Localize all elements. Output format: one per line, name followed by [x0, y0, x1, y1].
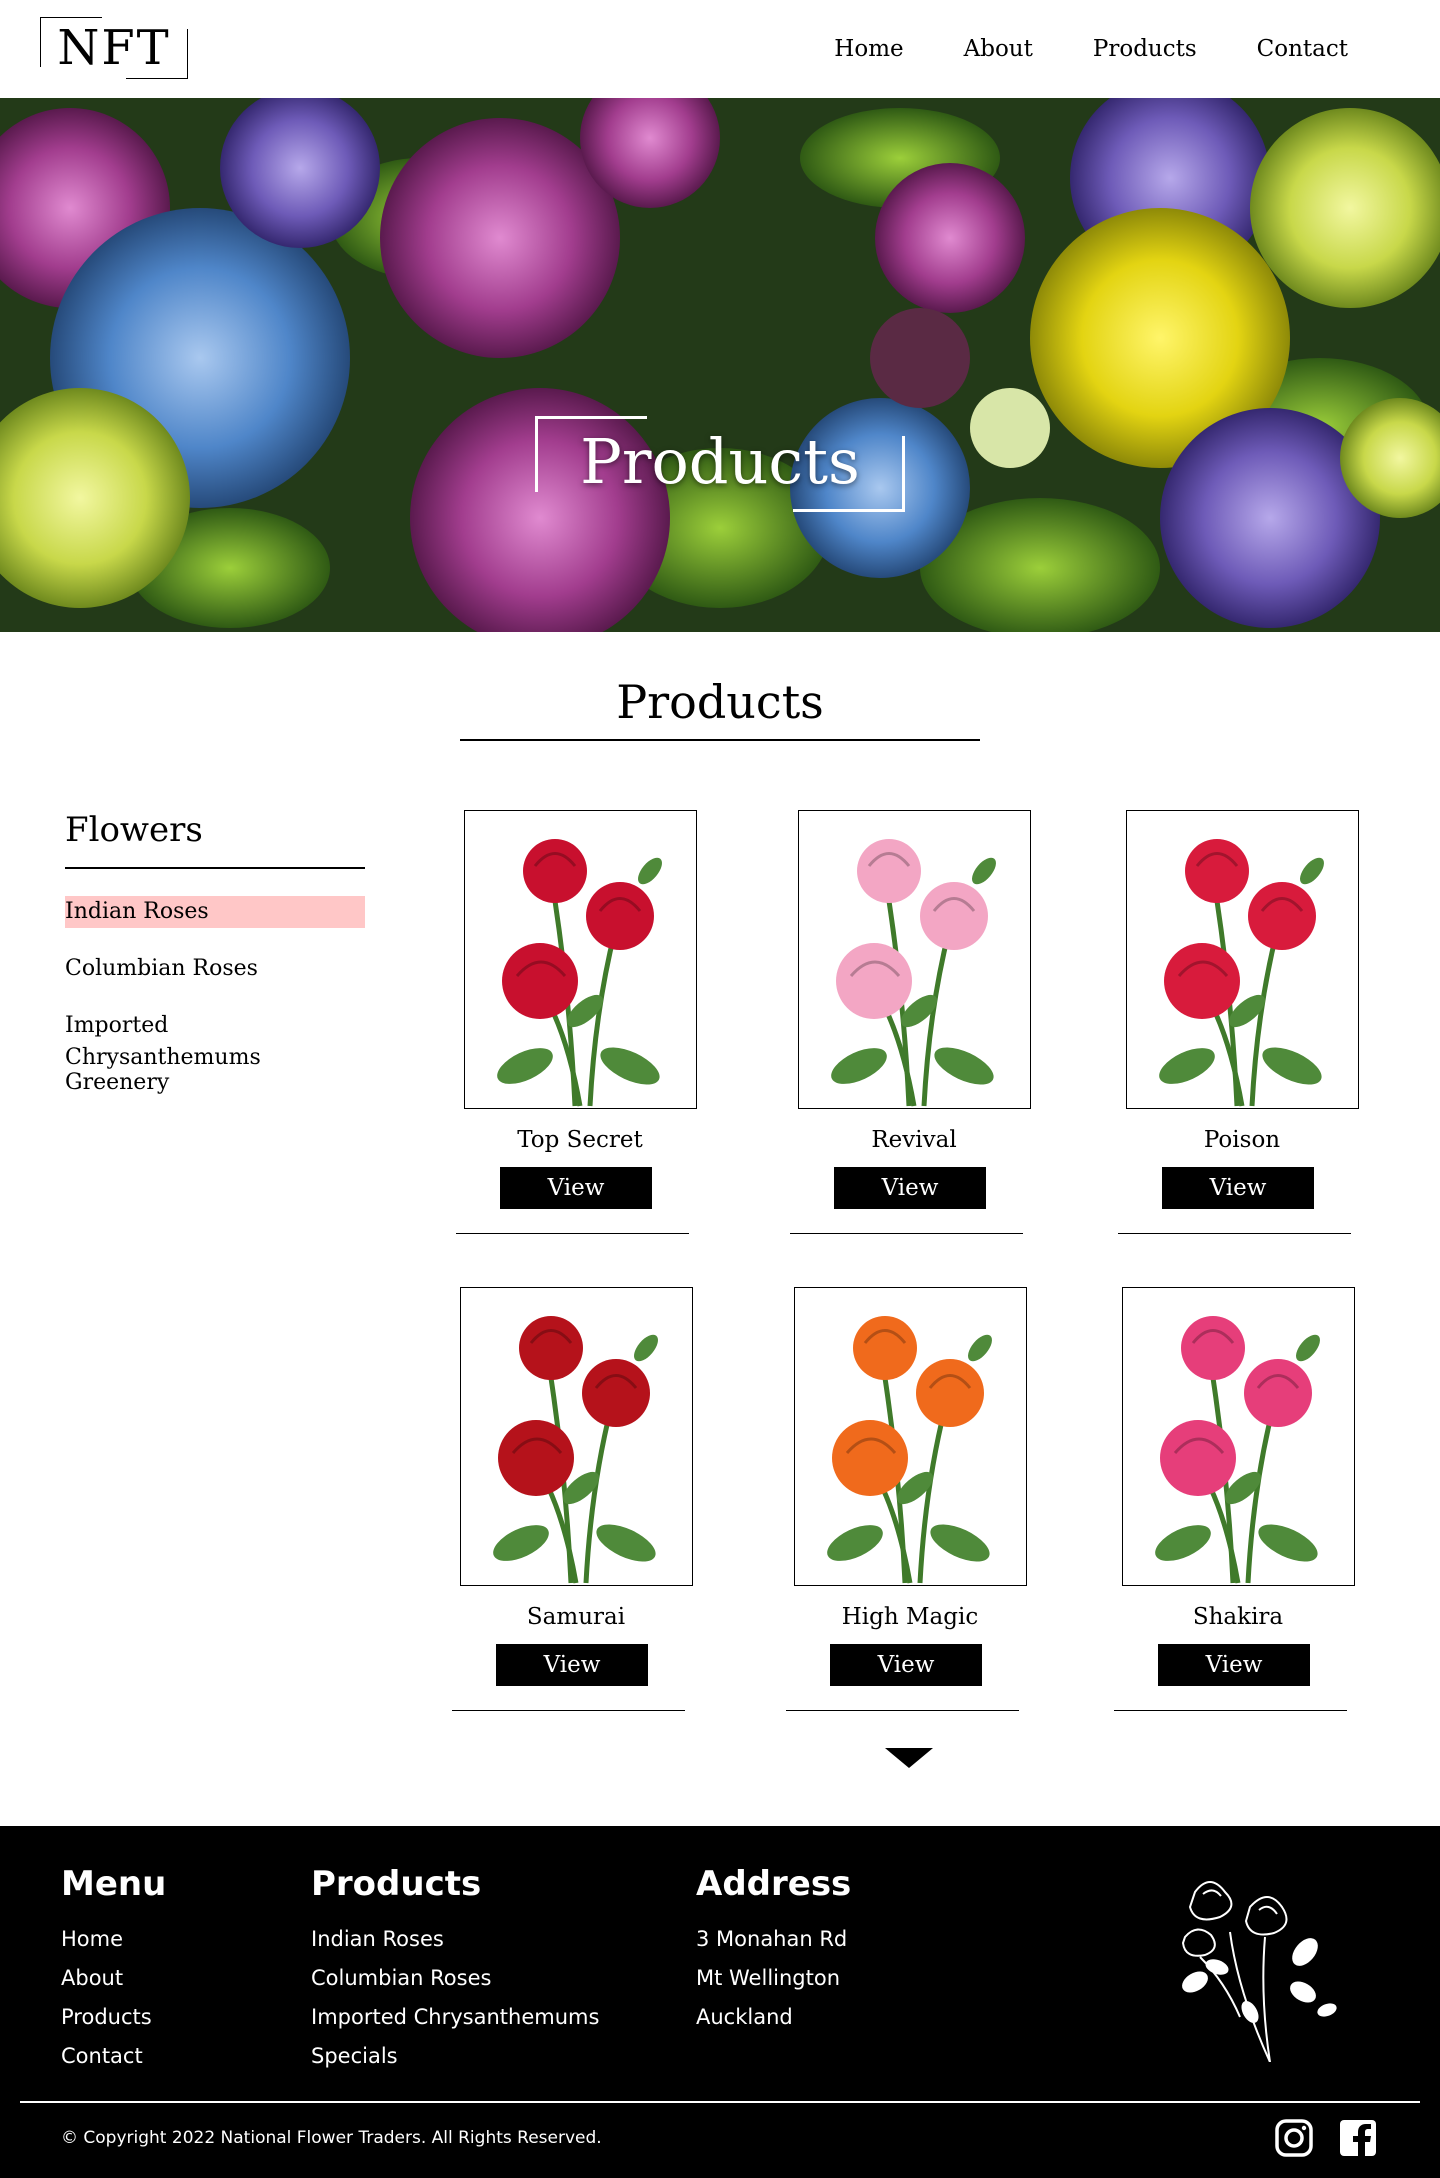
product-image[interactable] — [798, 810, 1031, 1109]
footer-address-title: Address — [696, 1864, 852, 1904]
nav-contact[interactable]: Contact — [1257, 36, 1348, 62]
copyright-text: © Copyright 2022 National Flower Traders… — [61, 2128, 602, 2148]
load-more-arrow-icon[interactable] — [885, 1748, 933, 1768]
product-name: Revival — [871, 1127, 957, 1153]
card-divider — [456, 1233, 689, 1235]
card-divider — [452, 1710, 685, 1712]
site-footer: Menu Home About Products Contact Product… — [0, 1826, 1440, 2178]
address-line: Auckland — [696, 2005, 793, 2029]
facebook-icon[interactable] — [1338, 2118, 1378, 2158]
product-image[interactable] — [464, 810, 697, 1109]
sidebar-item-imported-chrysanthemums[interactable]: Imported Chrysanthemums — [65, 1010, 365, 1070]
footer-link-indian-roses[interactable]: Indian Roses — [311, 1920, 599, 1959]
address-line: Mt Wellington — [696, 1966, 841, 1990]
product-image[interactable] — [1126, 810, 1359, 1109]
sidebar-title: Flowers — [65, 810, 203, 850]
page-title: Products — [616, 675, 824, 729]
card-divider — [790, 1233, 1023, 1235]
instagram-icon[interactable] — [1274, 2118, 1314, 2158]
product-name: Top Secret — [517, 1127, 643, 1153]
nav-products[interactable]: Products — [1093, 36, 1197, 62]
view-button[interactable]: View — [834, 1167, 986, 1209]
footer-divider — [20, 2101, 1420, 2103]
sidebar-divider — [65, 867, 365, 869]
card-divider — [786, 1710, 1019, 1712]
footer-link-contact[interactable]: Contact — [61, 2037, 166, 2076]
view-button[interactable]: View — [1162, 1167, 1314, 1209]
product-image[interactable] — [794, 1287, 1027, 1586]
title-divider — [460, 739, 980, 741]
product-name: High Magic — [841, 1604, 979, 1630]
main-nav: Home About Products Contact — [834, 0, 1348, 98]
product-image[interactable] — [1122, 1287, 1355, 1586]
footer-menu-title: Menu — [61, 1864, 167, 1904]
hero-title-frame: Products — [535, 416, 905, 512]
footer-menu: Menu Home About Products Contact — [61, 1862, 166, 2076]
card-divider — [1114, 1710, 1347, 1712]
sidebar-item-indian-roses[interactable]: Indian Roses — [65, 896, 365, 928]
view-button[interactable]: View — [500, 1167, 652, 1209]
footer-link-products[interactable]: Products — [61, 1998, 166, 2037]
hero-banner: Products — [0, 98, 1440, 632]
rose-illustration-icon — [1181, 1881, 1337, 2062]
sidebar-item-greenery[interactable]: Greenery — [65, 1067, 365, 1099]
nav-home[interactable]: Home — [834, 36, 903, 62]
product-name: Shakira — [1192, 1604, 1284, 1630]
logo-text: NFT — [57, 20, 171, 76]
footer-link-specials[interactable]: Specials — [311, 2037, 599, 2076]
footer-link-about[interactable]: About — [61, 1959, 166, 1998]
footer-products: Products Indian Roses Columbian Roses Im… — [311, 1862, 599, 2076]
footer-link-imported-chrysanthemums[interactable]: Imported Chrysanthemums — [311, 1998, 599, 2037]
product-name: Samurai — [526, 1604, 626, 1630]
address-line: 3 Monahan Rd — [696, 1927, 848, 1951]
footer-address: Address 3 Monahan Rd Mt Wellington Auckl… — [696, 1862, 851, 2037]
card-divider — [1118, 1233, 1351, 1235]
sidebar-item-columbian-roses[interactable]: Columbian Roses — [65, 953, 365, 985]
view-button[interactable]: View — [496, 1644, 648, 1686]
footer-link-home[interactable]: Home — [61, 1920, 166, 1959]
product-name: Poison — [1203, 1127, 1281, 1153]
footer-link-columbian-roses[interactable]: Columbian Roses — [311, 1959, 599, 1998]
nav-about[interactable]: About — [964, 36, 1033, 62]
site-header: NFT Home About Products Contact — [0, 0, 1440, 98]
hero-title: Products — [580, 425, 860, 498]
view-button[interactable]: View — [830, 1644, 982, 1686]
product-image[interactable] — [460, 1287, 693, 1586]
view-button[interactable]: View — [1158, 1644, 1310, 1686]
footer-products-title: Products — [311, 1864, 482, 1904]
logo[interactable]: NFT — [40, 17, 188, 79]
flower-background-image — [0, 98, 1440, 632]
